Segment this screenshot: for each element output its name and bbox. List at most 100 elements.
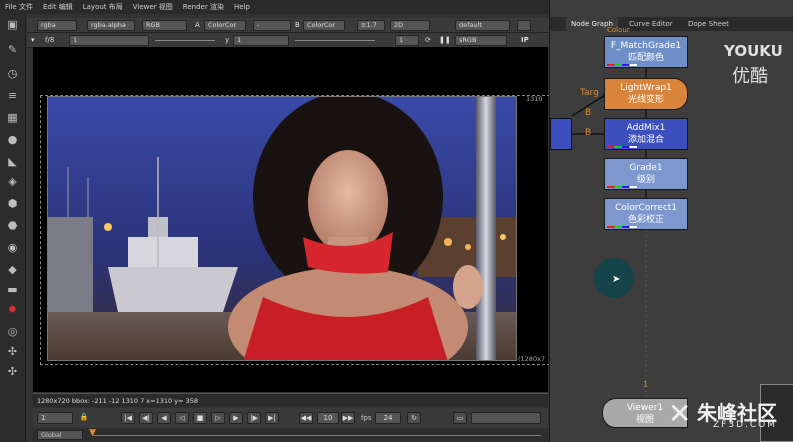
menu-viewer[interactable]: Viewer 视图 bbox=[133, 2, 173, 12]
node-name: F_MatchGrade1 bbox=[610, 41, 682, 51]
views-icon[interactable]: ◉ bbox=[5, 240, 20, 255]
resolution-label: (1280x7 bbox=[518, 355, 546, 363]
zf-url-watermark: ZF3D.COM bbox=[713, 420, 777, 430]
paint-icon[interactable]: ✎ bbox=[5, 42, 20, 57]
stop-button[interactable]: ■ bbox=[193, 412, 207, 424]
a-input-dropdown[interactable]: ColorCor bbox=[204, 20, 246, 31]
clock-icon[interactable]: ◷ bbox=[5, 66, 20, 81]
timeline-track[interactable] bbox=[93, 435, 541, 436]
fps-field[interactable]: 24 bbox=[375, 412, 401, 424]
cursor-icon: ➤ bbox=[612, 274, 621, 285]
color-icon[interactable]: ▦ bbox=[5, 110, 20, 125]
display-dropdown[interactable]: sRGB bbox=[455, 35, 507, 46]
b-input-dropdown[interactable]: ColorCor bbox=[303, 20, 345, 31]
menu-file[interactable]: File 文件 bbox=[5, 2, 33, 12]
node-cn-name: 级别 bbox=[636, 175, 655, 185]
node-cn-name: 色彩校正 bbox=[627, 215, 664, 225]
menu-bar: File 文件 Edit 编辑 Layout 布局 Viewer 视图 Rend… bbox=[0, 0, 550, 14]
lut-dropdown[interactable]: default bbox=[455, 20, 510, 31]
toolsets-icon[interactable]: ▬ bbox=[5, 282, 20, 297]
gamma-slider[interactable] bbox=[295, 40, 375, 41]
node-colorcorrect[interactable]: ColorCorrect1 色彩校正 bbox=[604, 198, 688, 230]
prev-keyframe-button[interactable]: ◀| bbox=[139, 412, 153, 424]
menu-render[interactable]: Render 渲染 bbox=[183, 2, 224, 12]
node-cn-name: 匹配颜色 bbox=[627, 53, 664, 63]
timeline-field[interactable] bbox=[471, 412, 541, 424]
y-label: y bbox=[225, 36, 230, 44]
node-name: AddMix1 bbox=[626, 123, 666, 133]
alpha-dropdown[interactable]: rgba.alpha bbox=[87, 20, 135, 31]
node-grade[interactable]: Grade1 级别 bbox=[604, 158, 688, 190]
ip-button[interactable]: IP bbox=[521, 36, 529, 44]
menu-layout[interactable]: Layout 布局 bbox=[83, 2, 123, 12]
composite-photo bbox=[48, 97, 516, 360]
read-node[interactable] bbox=[550, 118, 572, 150]
image-icon[interactable]: ▣ bbox=[5, 17, 20, 32]
b-input-label-2: B bbox=[585, 128, 592, 138]
colour-label: Colour bbox=[607, 26, 630, 34]
viewer-controls-bottom: ▾ f/8 1 y 1 1 ⟳ ❚❚ sRGB IP bbox=[27, 33, 549, 48]
menu-help[interactable]: Help bbox=[234, 3, 250, 11]
composite-dropdown[interactable]: - bbox=[253, 20, 291, 31]
step-back-button[interactable]: ◀◀ bbox=[299, 412, 313, 424]
channel-indicator bbox=[607, 146, 637, 148]
channel-indicator bbox=[607, 226, 637, 228]
viewer-controls-top: rgba rgba.alpha RGB A ColorCor - B Color… bbox=[27, 18, 549, 33]
channels-dropdown[interactable]: rgba bbox=[37, 20, 77, 31]
lut-toggle[interactable] bbox=[517, 20, 531, 31]
node-name: LightWrap1 bbox=[620, 83, 672, 93]
gain-slider[interactable] bbox=[155, 40, 215, 41]
range-dropdown[interactable]: Global bbox=[37, 430, 83, 440]
b-label: B bbox=[295, 21, 300, 29]
proxy-dropdown[interactable]: 1 bbox=[395, 35, 419, 46]
node-name: ColorCorrect1 bbox=[614, 203, 678, 213]
play-backward-button[interactable]: ◁ bbox=[175, 412, 189, 424]
refresh-icon[interactable]: ⟳ bbox=[425, 36, 431, 44]
node-lightwrap[interactable]: LightWrap1 光线变形 bbox=[604, 78, 688, 110]
menu-edit[interactable]: Edit 编辑 bbox=[43, 2, 73, 12]
gain-field[interactable]: ≡1.7 bbox=[357, 20, 385, 31]
metadata-icon[interactable]: ◆ bbox=[5, 262, 20, 277]
step-forward-button[interactable]: ▶▶ bbox=[341, 412, 355, 424]
pause-icon[interactable]: ❚❚ bbox=[439, 36, 451, 44]
view-mode-dropdown[interactable]: 2D bbox=[390, 20, 430, 31]
step-field[interactable]: 10 bbox=[317, 412, 339, 424]
tool-bar: ▣ ✎ ◷ ≡ ▦ ● ◣ ◈ ⬢ ⬣ ◉ ◆ ▬ ✹ ◎ ✣ ✣ bbox=[0, 14, 26, 442]
merge-icon[interactable]: ◈ bbox=[5, 174, 20, 189]
frame-field[interactable]: 1 bbox=[69, 35, 149, 46]
channel-indicator bbox=[607, 186, 637, 188]
b-input-label-1: B bbox=[585, 108, 592, 118]
transform-icon[interactable]: ⬢ bbox=[5, 196, 20, 211]
furnace-icon[interactable]: ✹ bbox=[5, 302, 20, 317]
target-input-label: Targ bbox=[580, 88, 599, 98]
next-frame-button[interactable]: ▶ bbox=[229, 412, 243, 424]
zf-logo-icon: ✕ bbox=[668, 397, 692, 430]
gamma-field[interactable]: 1 bbox=[233, 35, 289, 46]
next-keyframe-button[interactable]: |▶ bbox=[247, 412, 261, 424]
filter-icon[interactable]: ● bbox=[5, 132, 20, 147]
prev-frame-button[interactable]: ◀ bbox=[157, 412, 171, 424]
pipe-number: 1 bbox=[643, 380, 649, 389]
youku-cn-watermark: 优酷 bbox=[732, 66, 768, 87]
3d-icon[interactable]: ⬣ bbox=[5, 218, 20, 233]
last-frame-button[interactable]: ▶| bbox=[265, 412, 279, 424]
channel-icon[interactable]: ≡ bbox=[5, 88, 20, 103]
colorspace-dropdown[interactable]: RGB bbox=[142, 20, 187, 31]
keyer-icon[interactable]: ◣ bbox=[5, 154, 20, 169]
loop-icon[interactable]: ↻ bbox=[407, 412, 421, 424]
node-cn-name: 光线变形 bbox=[627, 95, 664, 105]
plugin-icon[interactable]: ✣ bbox=[5, 344, 20, 359]
play-forward-button[interactable]: ▷ bbox=[211, 412, 225, 424]
frame-marker[interactable]: ▼ bbox=[89, 428, 96, 438]
other-icon[interactable]: ◎ bbox=[5, 324, 20, 339]
gizmo-icon[interactable]: ✣ bbox=[5, 364, 20, 379]
viewer-image bbox=[47, 96, 517, 361]
node-f-matchgrade[interactable]: F_MatchGrade1 匹配颜色 bbox=[604, 36, 688, 68]
chevron-down-icon[interactable]: ▾ bbox=[31, 36, 35, 44]
flipbook-icon[interactable]: ▭ bbox=[453, 412, 467, 424]
first-frame-button[interactable]: |◀ bbox=[121, 412, 135, 424]
lock-icon[interactable]: 🔒 bbox=[77, 412, 91, 424]
node-addmix[interactable]: AddMix1 添加混合 bbox=[604, 118, 688, 150]
current-frame-field[interactable]: 1 bbox=[37, 412, 73, 424]
fps-label: fps bbox=[361, 414, 372, 422]
